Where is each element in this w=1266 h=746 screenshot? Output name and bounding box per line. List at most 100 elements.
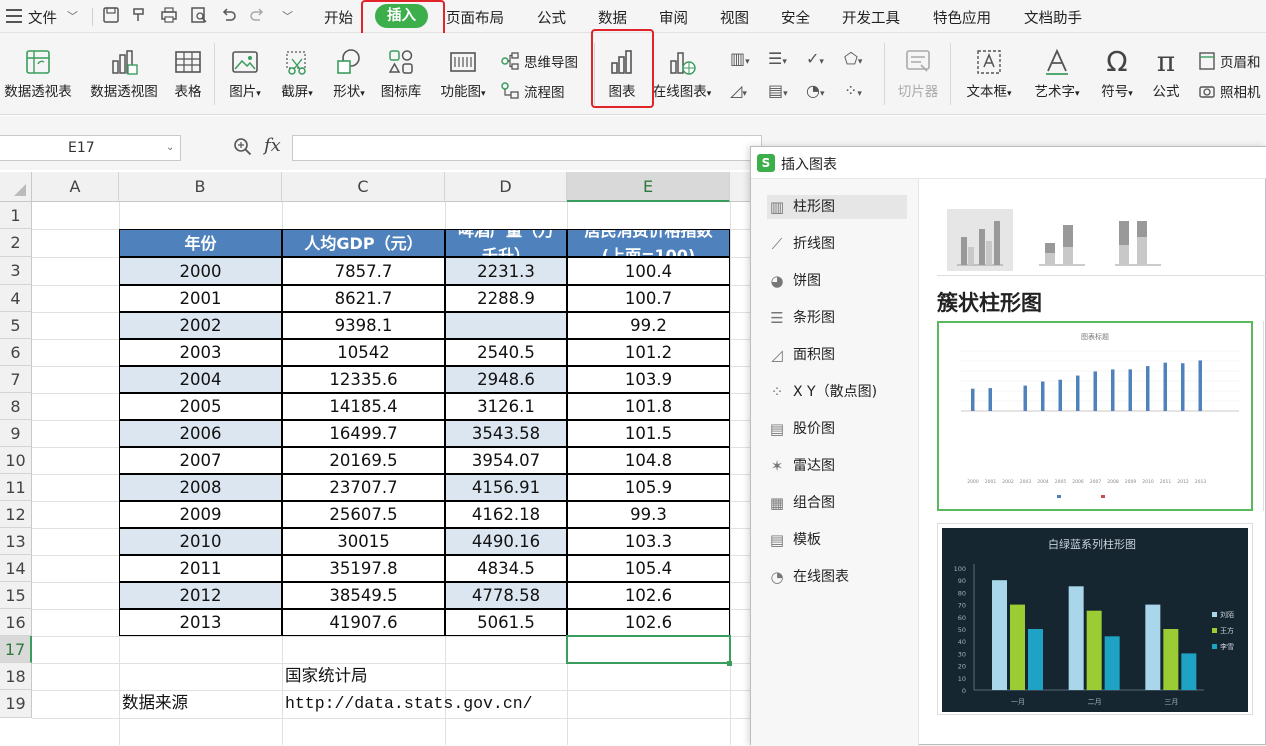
table-cell[interactable]: 2005: [119, 393, 282, 420]
scatter-chart-small-icon[interactable]: ⁘▾: [844, 81, 862, 100]
bar-chart-small-icon[interactable]: ☰▾: [768, 49, 787, 68]
tab-special[interactable]: 特色应用: [933, 7, 991, 28]
select-all-corner[interactable]: [0, 172, 32, 202]
table-cell[interactable]: 103.9: [567, 366, 730, 393]
formula-input[interactable]: [292, 135, 762, 161]
column-header-d[interactable]: D: [445, 172, 567, 202]
file-menu[interactable]: 文件: [28, 7, 57, 28]
table-cell[interactable]: 101.5: [567, 420, 730, 447]
table-cell[interactable]: 102.6: [567, 609, 730, 636]
clustered-column-thumb[interactable]: [947, 209, 1013, 271]
source-url-cell[interactable]: http://data.stats.gov.cn/: [282, 690, 533, 718]
column-chart-small-icon[interactable]: ▥▾: [730, 49, 750, 68]
table-cell[interactable]: 104.8: [567, 447, 730, 474]
table-cell[interactable]: 2540.5: [445, 339, 567, 366]
fill-handle[interactable]: [727, 661, 732, 666]
row-header-4[interactable]: 4: [0, 285, 32, 312]
name-box[interactable]: E17 ⌄: [0, 135, 181, 161]
chevron-down-icon[interactable]: ⌄: [166, 136, 174, 160]
chart-preview-dark[interactable]: 白绿蓝系列柱形图 0 10 20 30 40 50 60 70 80 90 100 一月 二月 三月 刘陌 王方…: [937, 523, 1253, 715]
chart-category-scatter[interactable]: ⁘ X Y（散点图): [767, 380, 907, 404]
chart-category-line[interactable]: ⟋ 折线图: [767, 232, 907, 256]
row-header-7[interactable]: 7: [0, 366, 32, 393]
table-cell[interactable]: 2004: [119, 366, 282, 393]
spreadsheet-grid[interactable]: A B C D E 1 2 3 4 5 6 7 8 9 10 11 12 13 14 15 16 17 18 19 …: [0, 172, 752, 745]
screenshot-button[interactable]: 截屏▾: [274, 47, 320, 100]
table-cell[interactable]: 8621.7: [282, 285, 445, 312]
selected-cell[interactable]: [566, 635, 731, 664]
row-header-3[interactable]: 3: [0, 257, 32, 285]
row-header-6[interactable]: 6: [0, 339, 32, 366]
source-label-cell[interactable]: 数据来源: [119, 690, 188, 718]
mindmap-button[interactable]: 思维导图: [500, 51, 578, 71]
table-cell[interactable]: 99.3: [567, 501, 730, 528]
tab-developer[interactable]: 开发工具: [842, 7, 900, 28]
fx-icon[interactable]: fx: [264, 135, 281, 156]
table-cell[interactable]: 14185.4: [282, 393, 445, 420]
tab-home[interactable]: 开始: [324, 7, 353, 28]
table-cell[interactable]: 3954.07: [445, 447, 567, 474]
column-header-b[interactable]: B: [119, 172, 282, 202]
table-cell[interactable]: 2002: [119, 312, 282, 339]
table-cell[interactable]: 41907.6: [282, 609, 445, 636]
table-cell[interactable]: 100.4: [567, 257, 730, 285]
chart-category-pie[interactable]: ◕ 饼图: [767, 269, 907, 293]
chart-category-stock[interactable]: ▤ 股价图: [767, 417, 907, 441]
table-cell[interactable]: 2948.6: [445, 366, 567, 393]
table-cell[interactable]: 30015: [282, 528, 445, 555]
table-cell[interactable]: 2006: [119, 420, 282, 447]
symbol-button[interactable]: Ω 符号▾: [1094, 47, 1140, 101]
table-header-cell[interactable]: 居民消费价格指数 (上面=100): [567, 229, 730, 257]
column-header-f[interactable]: [730, 172, 752, 202]
print-preview-icon[interactable]: [190, 6, 208, 28]
shapes-button[interactable]: 形状▾: [326, 47, 372, 100]
undo-icon[interactable]: [220, 6, 238, 28]
table-cell[interactable]: 105.4: [567, 555, 730, 582]
tab-view[interactable]: 视图: [720, 7, 749, 28]
radar-chart-small-icon[interactable]: ⬠▾: [844, 49, 862, 68]
chart-category-online[interactable]: ◔ 在线图表: [767, 565, 907, 589]
table-cell[interactable]: 3126.1: [445, 393, 567, 420]
table-cell[interactable]: 100.7: [567, 285, 730, 312]
column-header-c[interactable]: C: [282, 172, 445, 202]
chevron-down-icon[interactable]: ﹀: [67, 8, 78, 24]
row-header-9[interactable]: 9: [0, 420, 32, 447]
table-cell[interactable]: 20169.5: [282, 447, 445, 474]
table-cell[interactable]: 7857.7: [282, 257, 445, 285]
table-cell[interactable]: 3543.58: [445, 420, 567, 447]
table-button[interactable]: 表格: [168, 47, 208, 100]
table-cell[interactable]: 103.3: [567, 528, 730, 555]
dialog-title-bar[interactable]: S 插入图表: [751, 147, 1266, 179]
row-header-5[interactable]: 5: [0, 312, 32, 339]
table-cell[interactable]: 99.2: [567, 312, 730, 339]
table-cell[interactable]: 2007: [119, 447, 282, 474]
flowchart-button[interactable]: 流程图: [500, 81, 565, 101]
table-cell[interactable]: 4778.58: [445, 582, 567, 609]
table-cell[interactable]: 102.6: [567, 582, 730, 609]
tab-review[interactable]: 审阅: [659, 7, 688, 28]
table-cell[interactable]: 2009: [119, 501, 282, 528]
table-cell[interactable]: 105.9: [567, 474, 730, 501]
table-cell[interactable]: 2231.3: [445, 257, 567, 285]
table-header-cell[interactable]: 啤酒产量（万 千升）: [445, 229, 567, 257]
picture-button[interactable]: 图片▾: [222, 47, 268, 100]
row-header-13[interactable]: 13: [0, 528, 32, 555]
print-icon[interactable]: [160, 6, 178, 28]
header-footer-button[interactable]: 页眉和: [1198, 51, 1261, 71]
source-org-cell[interactable]: 国家统计局: [282, 663, 368, 690]
table-cell[interactable]: 16499.7: [282, 420, 445, 447]
slicer-button[interactable]: 切片器: [892, 47, 944, 100]
chart-category-combo[interactable]: ▦ 组合图: [767, 491, 907, 515]
area-chart-small-icon[interactable]: ◿▾: [730, 81, 747, 100]
line-chart-small-icon[interactable]: ✓▾: [806, 49, 824, 68]
chart-category-column[interactable]: ▥ 柱形图: [767, 195, 907, 219]
table-cell[interactable]: 9398.1: [282, 312, 445, 339]
table-cell[interactable]: 38549.5: [282, 582, 445, 609]
row-header-19[interactable]: 19: [0, 690, 32, 718]
formula-button[interactable]: π 公式: [1146, 47, 1186, 101]
table-cell[interactable]: 2012: [119, 582, 282, 609]
hamburger-icon[interactable]: [6, 9, 22, 23]
icon-library-button[interactable]: 图标库: [376, 47, 426, 100]
chart-category-radar[interactable]: ✶ 雷达图: [767, 454, 907, 478]
table-cell[interactable]: 101.8: [567, 393, 730, 420]
